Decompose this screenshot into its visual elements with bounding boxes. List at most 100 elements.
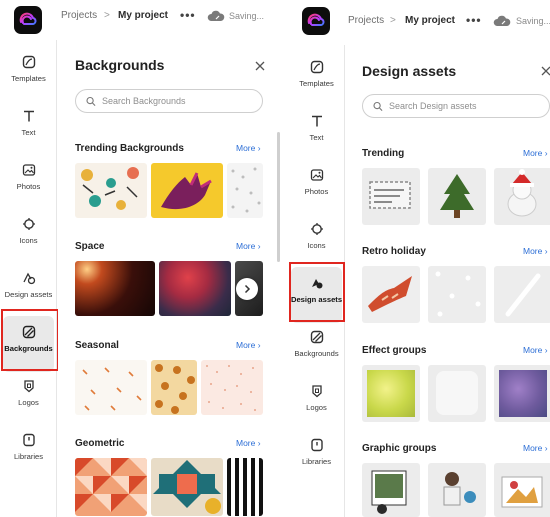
thumb-trending-stamp[interactable]: [362, 168, 420, 225]
thumb-effect-3[interactable]: [494, 365, 550, 422]
thumb-retro-3[interactable]: [494, 266, 550, 323]
libraries-icon: [309, 437, 325, 453]
thumb-trending-tree[interactable]: [428, 168, 486, 225]
more-link-retro-holiday[interactable]: More ›: [523, 246, 548, 256]
left-rail: Templates Text Photos Icons Design asset…: [288, 45, 345, 517]
rail-label-logos: Logos: [18, 398, 39, 407]
more-link-space[interactable]: More ›: [236, 241, 261, 251]
effect-swatch-purple: [499, 370, 547, 417]
rail-label-backgrounds: Backgrounds: [294, 349, 339, 358]
thumb-seasonal-2[interactable]: [151, 360, 197, 415]
saving-status: Saving...: [229, 11, 265, 21]
rail-item-templates[interactable]: Templates: [288, 51, 345, 107]
breadcrumb-projects[interactable]: Projects: [348, 15, 384, 26]
top-bar: Projects > My project ••• Saving...: [0, 0, 280, 40]
more-link-effect-groups[interactable]: More ›: [523, 345, 548, 355]
thumb-trending-2[interactable]: [151, 163, 223, 218]
rail-label-templates: Templates: [11, 74, 46, 83]
rail-label-templates: Templates: [299, 79, 334, 88]
backgrounds-icon: [21, 324, 37, 340]
search-field[interactable]: [75, 89, 263, 113]
rail-item-logos[interactable]: Logos: [288, 375, 345, 431]
rail-item-icons[interactable]: Icons: [288, 213, 345, 269]
photos-icon: [309, 167, 325, 183]
rail-item-text[interactable]: Text: [288, 105, 345, 161]
thumb-retro-2[interactable]: [428, 266, 486, 323]
rail-item-logos[interactable]: Logos: [0, 370, 57, 426]
more-link-label: More: [523, 148, 543, 158]
thumb-graphic-1[interactable]: [362, 463, 420, 517]
thumb-trending-3[interactable]: [227, 163, 263, 218]
more-link-graphic-groups[interactable]: More ›: [523, 443, 548, 453]
thumb-trending-dog[interactable]: [494, 168, 550, 225]
thumb-space-1[interactable]: [75, 261, 155, 316]
thumb-effect-2[interactable]: [428, 365, 486, 422]
carousel-next-button[interactable]: [236, 278, 258, 300]
backgrounds-icon: [309, 329, 325, 345]
rail-item-icons[interactable]: Icons: [0, 208, 57, 264]
more-options-button[interactable]: •••: [466, 13, 482, 27]
rail-item-photos[interactable]: Photos: [288, 159, 345, 215]
rail-item-design-assets[interactable]: Design assets: [291, 267, 342, 323]
more-link-label: More: [236, 340, 256, 350]
rail-item-libraries[interactable]: Libraries: [0, 424, 57, 480]
rail-label-design-assets: Design assets: [4, 290, 53, 299]
rail-label-photos: Photos: [16, 182, 41, 191]
libraries-icon: [21, 432, 37, 448]
section-title-retro-holiday: Retro holiday: [362, 246, 426, 257]
panel-title: Design assets: [362, 63, 457, 79]
search-icon: [86, 96, 96, 106]
more-link-seasonal[interactable]: More ›: [236, 340, 261, 350]
search-field[interactable]: [362, 94, 550, 118]
close-icon[interactable]: [254, 60, 266, 72]
rail-label-logos: Logos: [306, 403, 327, 412]
more-link-geometric[interactable]: More ›: [236, 438, 261, 448]
design-assets-icon: [309, 275, 325, 291]
rail-item-templates[interactable]: Templates: [0, 46, 57, 102]
search-input[interactable]: [102, 96, 262, 106]
templates-icon: [21, 54, 37, 70]
thumb-geometric-3[interactable]: [227, 458, 263, 516]
rail-item-backgrounds[interactable]: Backgrounds: [288, 321, 345, 377]
rail-item-text[interactable]: Text: [0, 100, 57, 156]
thumb-effect-1[interactable]: [362, 365, 420, 422]
thumb-trending-1[interactable]: [75, 163, 147, 218]
app-logo-icon[interactable]: [14, 6, 42, 34]
rail-label-backgrounds: Backgrounds: [4, 344, 53, 353]
thumb-geometric-2[interactable]: [151, 458, 223, 516]
thumb-graphic-2[interactable]: [428, 463, 486, 517]
app-logo-icon[interactable]: [302, 7, 330, 35]
templates-icon: [309, 59, 325, 75]
rail-item-design-assets[interactable]: Design assets: [0, 262, 57, 318]
rail-item-libraries[interactable]: Libraries: [288, 429, 345, 485]
thumb-geometric-1[interactable]: [75, 458, 147, 516]
breadcrumb-current-project[interactable]: My project: [118, 10, 168, 21]
thumb-space-2[interactable]: [159, 261, 231, 316]
section-title-graphic-groups: Graphic groups: [362, 443, 437, 454]
section-title-geometric: Geometric: [75, 438, 125, 449]
thumb-graphic-3[interactable]: [494, 463, 550, 517]
more-link-label: More: [523, 246, 543, 256]
panel-scrollbar[interactable]: [277, 132, 280, 262]
more-link-label: More: [236, 241, 256, 251]
more-link-label: More: [236, 438, 256, 448]
close-icon[interactable]: [540, 65, 550, 77]
right-screenshot: Projects > My project ••• Saving... Temp…: [288, 0, 550, 517]
more-options-button[interactable]: •••: [180, 8, 196, 22]
more-link-label: More: [523, 345, 543, 355]
thumb-retro-1[interactable]: [362, 266, 420, 323]
rail-item-backgrounds[interactable]: Backgrounds: [3, 316, 54, 372]
more-link-trending[interactable]: More ›: [236, 143, 261, 153]
search-icon: [373, 101, 383, 111]
search-input[interactable]: [389, 101, 549, 111]
breadcrumb-current-project[interactable]: My project: [405, 15, 455, 26]
left-screenshot: Projects > My project ••• Saving... Temp…: [0, 0, 280, 517]
breadcrumb-projects[interactable]: Projects: [61, 10, 97, 21]
thumb-seasonal-1[interactable]: [75, 360, 147, 415]
design-assets-panel: Design assets Trending More › Retro holi…: [346, 45, 550, 517]
rail-item-photos[interactable]: Photos: [0, 154, 57, 210]
thumb-seasonal-3[interactable]: [201, 360, 263, 415]
saving-status: Saving...: [516, 16, 550, 26]
logos-icon: [309, 383, 325, 399]
more-link-trending[interactable]: More ›: [523, 148, 548, 158]
